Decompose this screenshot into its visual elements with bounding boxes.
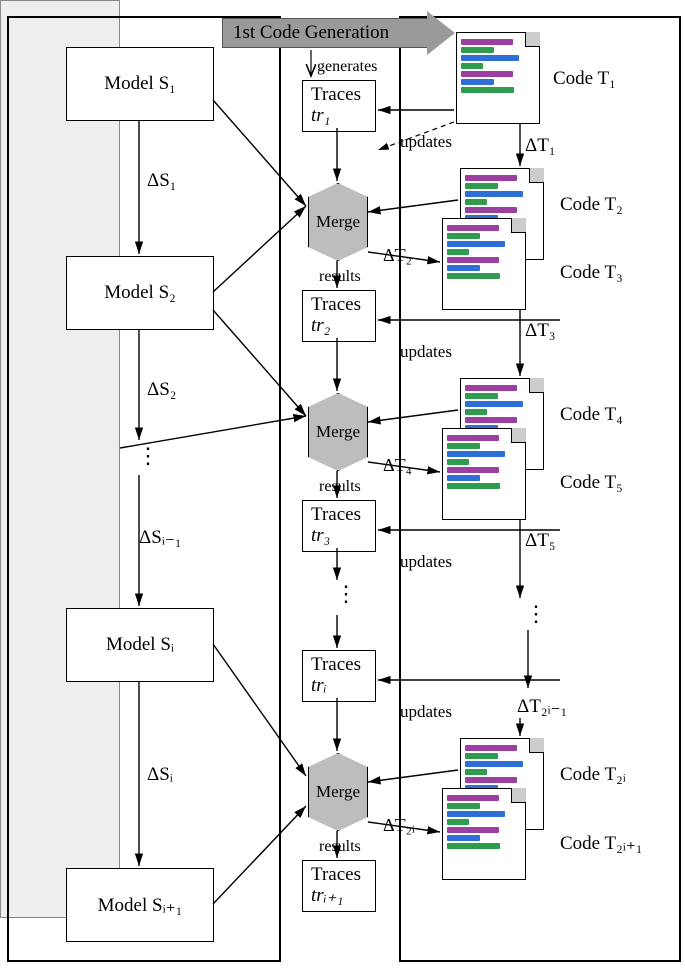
code-t4-label: Code T₄ — [560, 404, 623, 426]
traces-1: Tracestr₁ — [302, 80, 376, 132]
updates-2-label: updates — [400, 342, 452, 362]
updates-3-label: updates — [400, 552, 452, 572]
traces-3: Tracestr₃ — [302, 500, 376, 552]
merge-2: Merge — [308, 393, 368, 471]
merge-1: Merge — [308, 183, 368, 261]
merge-i: Merge — [308, 753, 368, 831]
delta-si-label: ΔSᵢ — [147, 764, 173, 786]
delta-t5-label: ΔT₅ — [525, 530, 555, 552]
delta-t2-label: ΔT₂ — [383, 245, 412, 266]
delta-t3-label: ΔT₃ — [525, 320, 555, 342]
updates-i-label: updates — [400, 702, 452, 722]
results-i-label: results — [319, 838, 361, 856]
code-t2i-label: Code T₂ᵢ — [560, 764, 626, 786]
results-1-label: results — [319, 268, 361, 286]
models-column — [7, 16, 281, 962]
code-t5-label: Code T₅ — [560, 472, 623, 494]
delta-s1-label: ΔS₁ — [147, 170, 176, 192]
model-s1: Model S₁ — [66, 47, 214, 121]
traces-i: Tracestrᵢ — [302, 650, 376, 702]
delta-t2i-label: ΔT₂ᵢ — [383, 815, 415, 836]
delta-t4-label: ΔT₄ — [383, 455, 412, 476]
code-t2i-plus-1-label: Code T₂ᵢ₊₁ — [560, 832, 643, 855]
model-si-plus-1: Model Sᵢ₊₁ — [66, 868, 214, 942]
traces-2: Tracestr₂ — [302, 290, 376, 342]
models-vdots: ⋮ — [137, 452, 159, 461]
delta-t1-label: ΔT₁ — [525, 135, 555, 157]
code-vdots: ⋮ — [525, 610, 547, 619]
code-t5-doc — [442, 428, 526, 520]
code-t2-label: Code T₂ — [560, 194, 623, 216]
banner-label: 1st Code Generation — [233, 22, 389, 44]
traces-vdots: ⋮ — [335, 590, 357, 599]
delta-s2-label: ΔS₂ — [147, 379, 176, 401]
updates-1-label: updates — [400, 132, 452, 152]
generates-label: generates — [317, 58, 377, 76]
code-t2i-plus-1-doc — [442, 788, 526, 880]
traces-i-plus-1: Tracestrᵢ₊₁ — [302, 860, 376, 912]
model-s2: Model S₂ — [66, 256, 214, 330]
delta-si-1-label: ΔSᵢ₋₁ — [139, 526, 182, 549]
code-t3-label: Code T₃ — [560, 262, 623, 284]
code-t1-doc — [456, 32, 540, 124]
code-t1-label: Code T₁ — [553, 68, 616, 90]
first-generation-banner: 1st Code Generation — [222, 18, 455, 48]
delta-t2i-1-label: ΔT₂ᵢ₋₁ — [517, 695, 567, 718]
results-2-label: results — [319, 478, 361, 496]
code-t3-doc — [442, 218, 526, 310]
model-si: Model Sᵢ — [66, 608, 214, 682]
